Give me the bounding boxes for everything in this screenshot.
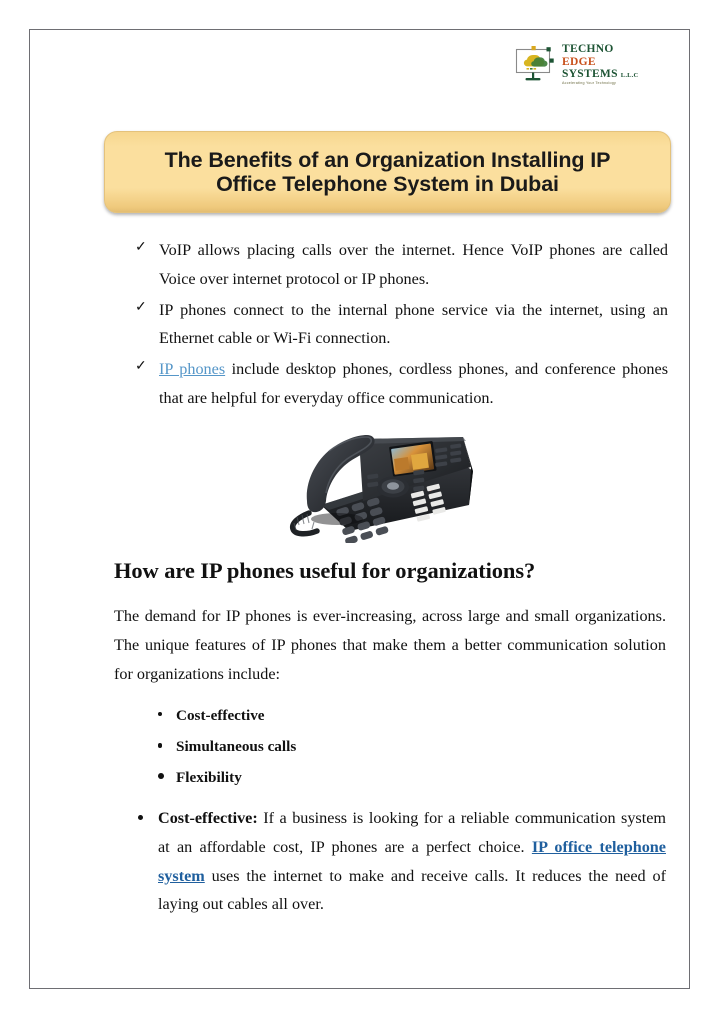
list-item-text: include desktop phones, cordless phones,… — [159, 360, 669, 408]
list-item: ✓ IP phones connect to the internal phone… — [133, 296, 668, 354]
checkmark-icon: ✓ — [135, 359, 147, 375]
logo-line-edge: EDGE — [562, 55, 596, 68]
feature-list: Cost-effective Simultaneous calls Flexib… — [133, 708, 533, 786]
logo-line-systems: SYSTEMS — [562, 68, 618, 81]
ip-phones-link[interactable]: IP phones — [159, 360, 225, 378]
checkmark-icon: ✓ — [135, 240, 147, 255]
bullet-dot-icon — [138, 815, 143, 820]
ip-desk-phone-image — [263, 409, 489, 543]
monitor-cloud-logo-icon — [513, 45, 557, 85]
bullet-dot-icon — [158, 773, 164, 780]
intro-paragraph: The demand for IP phones is ever-increas… — [114, 607, 666, 683]
checkmark-icon: ✓ — [135, 299, 147, 315]
detail-paragraph-block: Cost-effective: If a business is looking… — [114, 804, 666, 919]
bullet-dot-icon — [158, 712, 163, 717]
list-item: Flexibility — [133, 769, 533, 787]
checkmark-list: ✓ VoIP allows placing calls over the inte… — [133, 236, 668, 413]
bullet-dot-icon — [158, 743, 163, 748]
logo-line-techno: TECHNO — [562, 43, 614, 56]
list-item-text: VoIP allows placing calls over the inter… — [159, 241, 668, 288]
logo-wordmark: TECHNO EDGE SYSTEMS L.L.C Accelerating Y… — [562, 44, 638, 86]
logo-tagline: Accelerating Your Technology — [562, 81, 617, 86]
feature-label: Simultaneous calls — [176, 738, 297, 756]
logo-llc-suffix: L.L.C — [620, 72, 639, 80]
detail-text-after: uses the internet to make and receive ca… — [158, 866, 666, 914]
list-item: Cost-effective: If a business is looking… — [114, 804, 666, 919]
company-logo: TECHNO EDGE SYSTEMS L.L.C Accelerating Y… — [513, 42, 665, 88]
list-item: ✓ IP phones include desktop phones, cordl… — [133, 355, 668, 413]
list-item: ✓ VoIP allows placing calls over the inte… — [133, 236, 668, 294]
feature-label: Flexibility — [176, 769, 242, 787]
list-item-text: IP phones connect to the internal phone … — [159, 300, 668, 348]
page-title-line-1: The Benefits of an Organization Installi… — [164, 147, 611, 172]
list-item: Simultaneous calls — [133, 739, 533, 754]
page-title-line-2: Office Telephone System in Dubai — [216, 172, 559, 196]
detail-lead-label: Cost-effective: — [158, 809, 258, 827]
list-item: Cost-effective — [133, 708, 533, 723]
feature-label: Cost-effective — [176, 707, 265, 724]
page-frame: TECHNO EDGE SYSTEMS L.L.C Accelerating Y… — [29, 29, 690, 989]
page-title-banner: The Benefits of an Organization Installi… — [104, 131, 671, 213]
section-heading: How are IP phones useful for organizatio… — [114, 558, 536, 583]
logo-line-systems-row: SYSTEMS L.L.C — [562, 69, 638, 81]
